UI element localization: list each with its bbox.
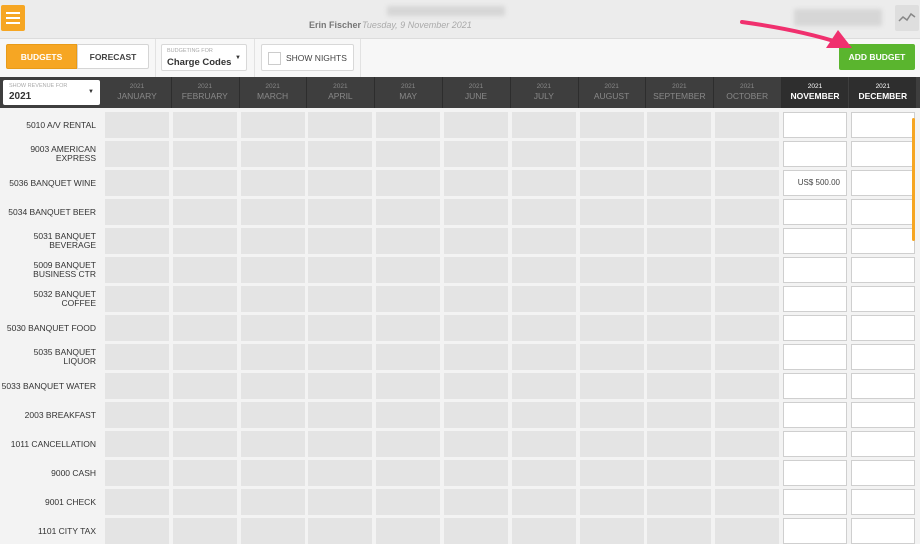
annotation-arrow bbox=[740, 20, 852, 48]
